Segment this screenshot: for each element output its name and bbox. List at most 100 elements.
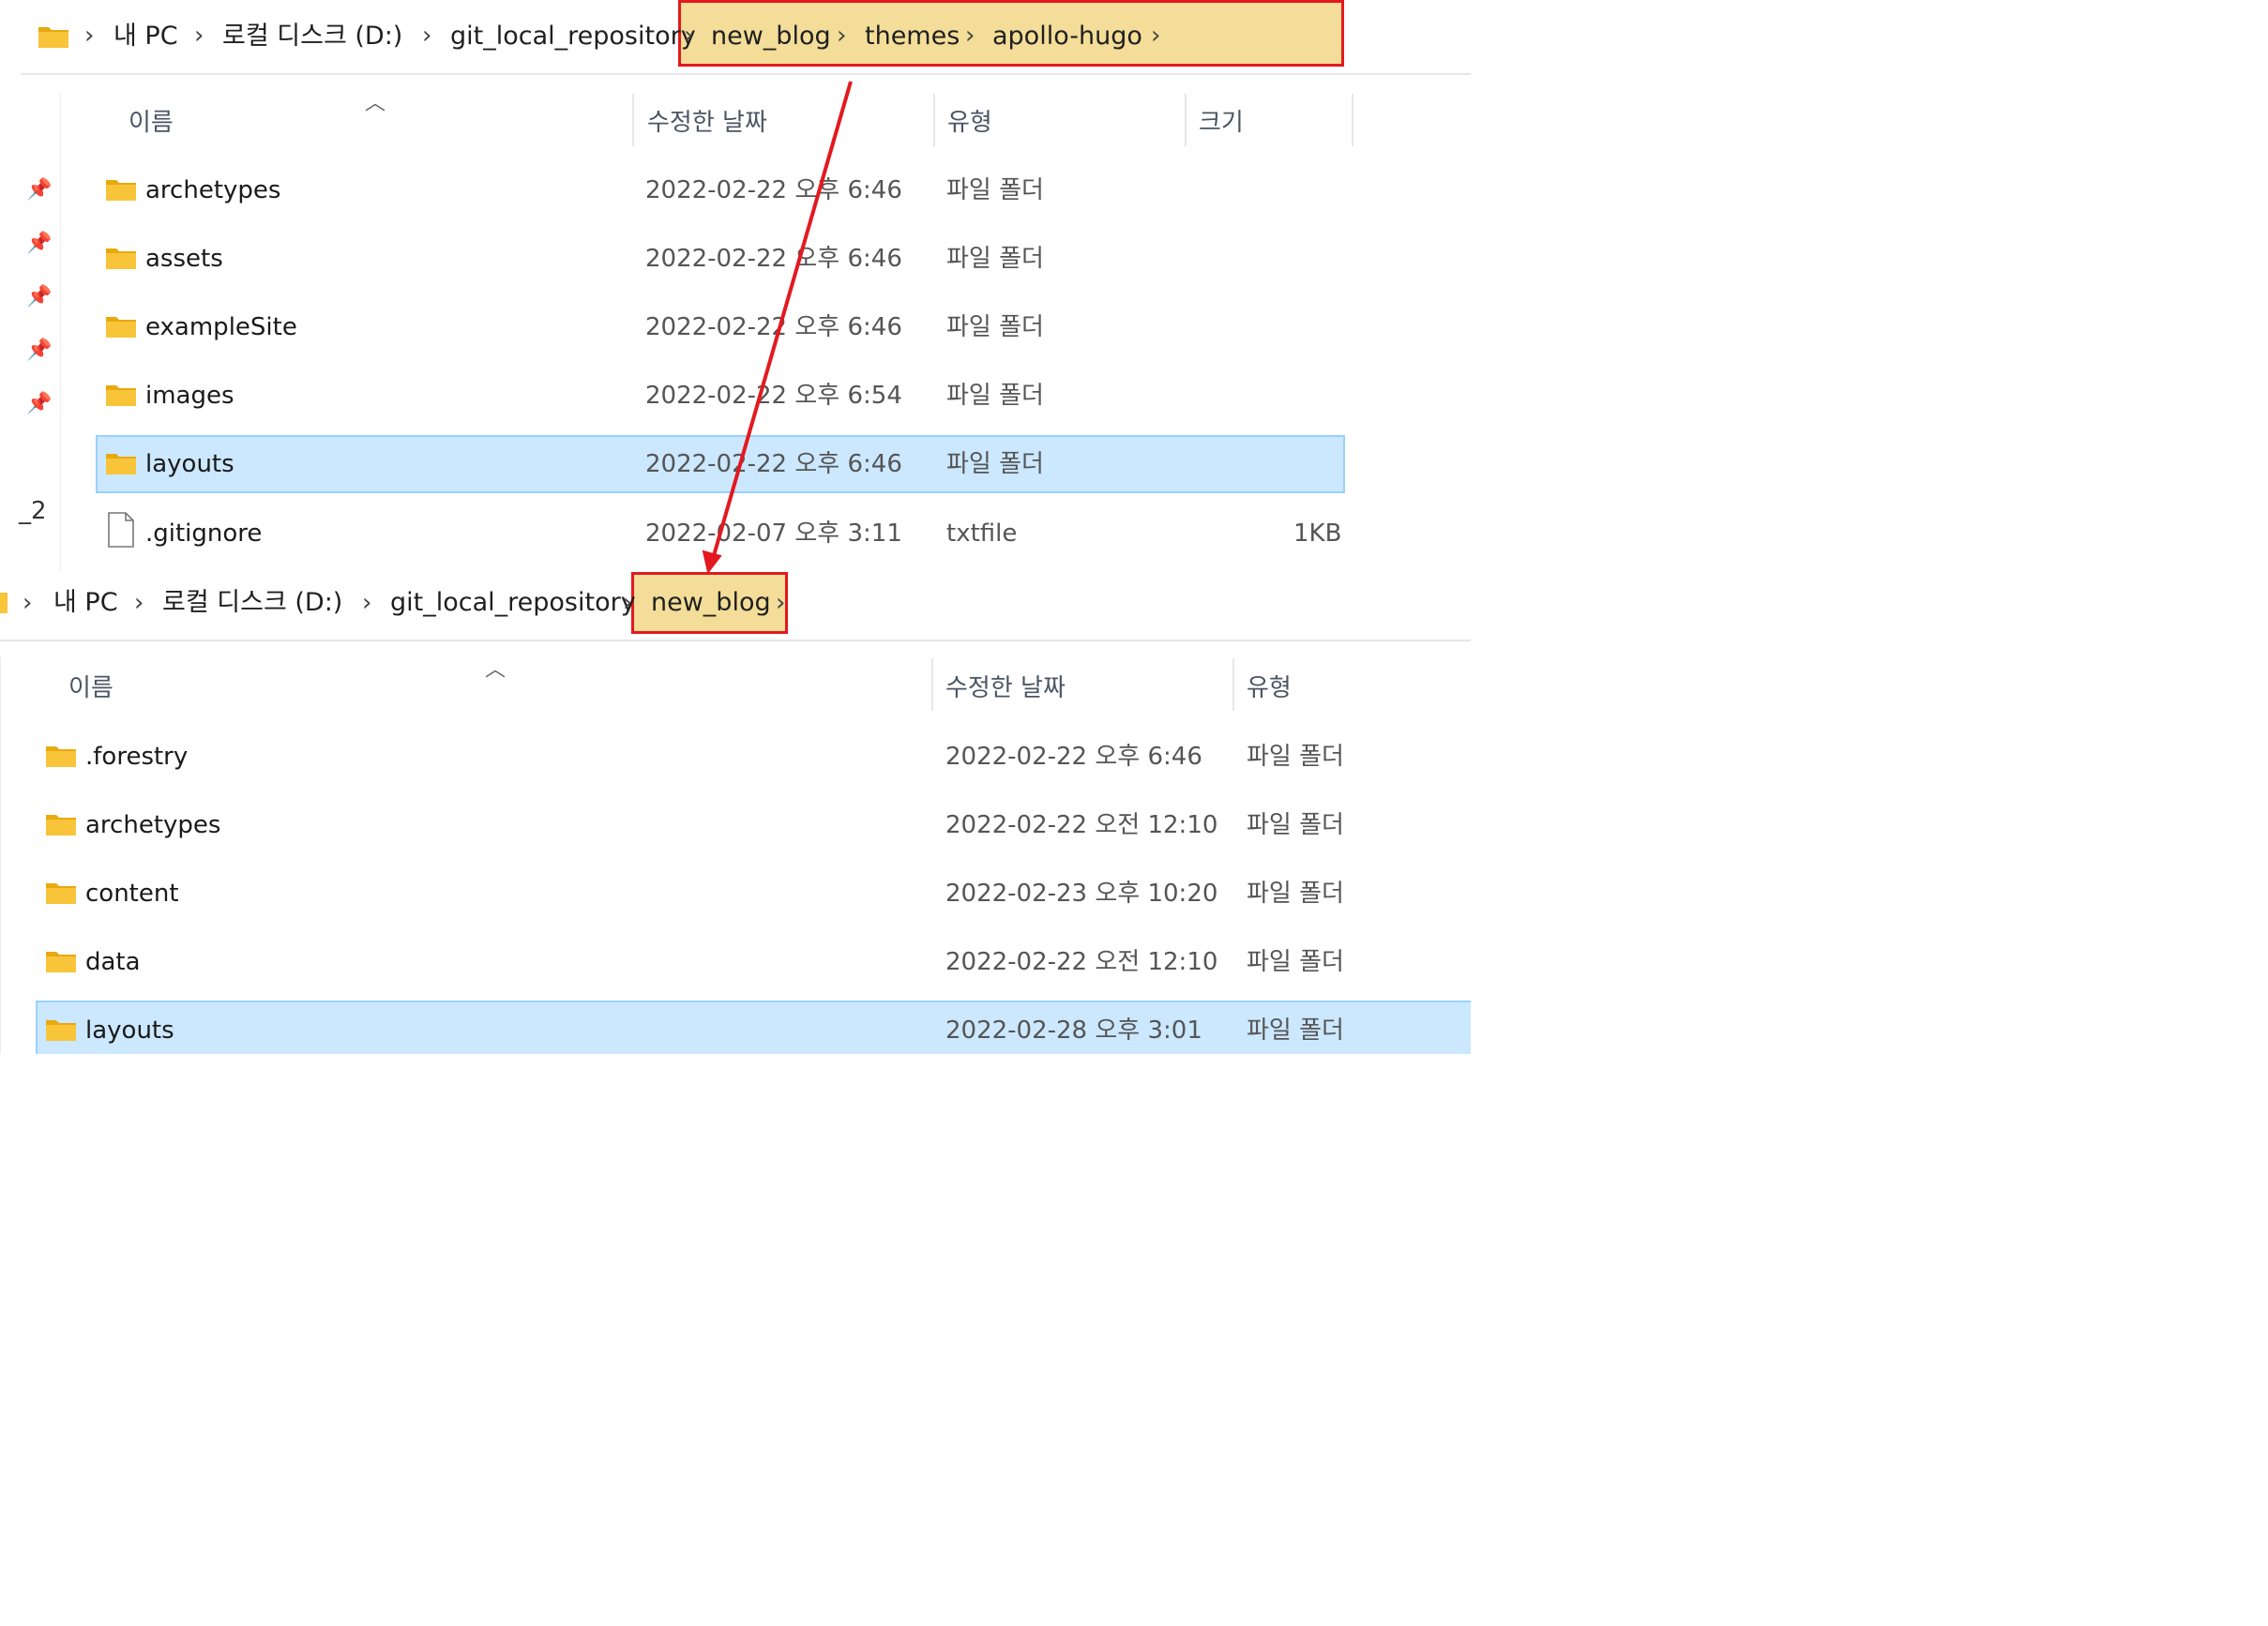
chevron-right-icon: › (23, 589, 33, 617)
column-divider[interactable] (632, 94, 634, 146)
chevron-right-icon: › (1151, 22, 1161, 50)
file-type: 파일 폴더 (1247, 743, 1344, 771)
file-modified: 2022-02-22 오후 6:46 (645, 176, 902, 204)
breadcrumb: › 내 PC › 로컬 디스크 (D:) › git_local_reposit… (0, 0, 1471, 73)
column-header-name[interactable]: 이름 (129, 103, 174, 138)
file-row[interactable]: content 2022-02-23 오후 10:20 파일 폴더 (36, 865, 1471, 923)
breadcrumb-item[interactable]: apollo-hugo (992, 0, 1142, 73)
file-row[interactable]: exampleSite 2022-02-22 오후 6:46 파일 폴더 (96, 298, 1345, 356)
chevron-right-icon: › (837, 22, 847, 50)
file-row[interactable]: .forestry 2022-02-22 오후 6:46 파일 폴더 (36, 728, 1471, 786)
breadcrumb-item[interactable]: git_local_repository (390, 572, 636, 634)
file-row[interactable]: data 2022-02-22 오전 12:10 파일 폴더 (36, 933, 1471, 991)
file-modified: 2022-02-22 오후 6:46 (645, 245, 902, 273)
file-type: 파일 폴더 (1247, 811, 1344, 839)
file-type: 파일 폴더 (946, 382, 1044, 410)
file-name: .forestry (85, 743, 189, 771)
column-divider[interactable] (1185, 94, 1187, 146)
divider (0, 640, 1471, 641)
chevron-right-icon: › (684, 22, 694, 50)
file-modified: 2022-02-22 오후 6:54 (645, 382, 902, 410)
file-name: archetypes (145, 176, 281, 204)
file-type: txtfile (946, 519, 1018, 548)
file-row[interactable]: archetypes 2022-02-22 오전 12:10 파일 폴더 (36, 796, 1471, 854)
folder-icon (46, 952, 76, 972)
chevron-right-icon: › (422, 22, 432, 50)
folder-icon (106, 385, 136, 406)
column-header-name[interactable]: 이름 (68, 669, 113, 703)
column-header-size[interactable]: 크기 (1199, 103, 1244, 138)
file-modified: 2022-02-23 오후 10:20 (945, 880, 1218, 908)
chevron-right-icon: › (362, 589, 372, 617)
breadcrumb-item[interactable]: new_blog (651, 572, 771, 634)
file-row[interactable]: assets 2022-02-22 오후 6:46 파일 폴더 (96, 230, 1345, 288)
file-type: 파일 폴더 (946, 176, 1044, 204)
sort-up-icon: ︿ (485, 658, 507, 682)
file-name: .gitignore (145, 519, 263, 548)
breadcrumb-item[interactable]: 내 PC (53, 572, 118, 634)
breadcrumb-item[interactable]: themes (865, 0, 960, 73)
file-row[interactable]: images 2022-02-22 오후 6:54 파일 폴더 (96, 367, 1345, 425)
file-type: 파일 폴더 (1247, 948, 1344, 976)
file-modified: 2022-02-22 오후 6:46 (645, 313, 902, 341)
breadcrumb-item[interactable]: new_blog (711, 0, 831, 73)
file-type: 파일 폴더 (946, 245, 1044, 273)
file-row-selected[interactable]: layouts 2022-02-28 오후 3:01 파일 폴더 (36, 1001, 1471, 1054)
breadcrumb-item[interactable]: 내 PC (113, 0, 178, 73)
breadcrumb-item[interactable]: 로컬 디스크 (D:) (222, 0, 402, 73)
column-header-type[interactable]: 유형 (947, 103, 992, 138)
file-name: exampleSite (145, 313, 297, 341)
file-type: 파일 폴더 (1247, 880, 1344, 908)
file-icon (108, 512, 134, 548)
file-name: assets (145, 245, 223, 273)
breadcrumb-item[interactable]: 로컬 디스크 (D:) (162, 572, 342, 634)
pin-icon[interactable]: 📌 (26, 392, 52, 415)
file-name: archetypes (85, 811, 221, 839)
file-modified: 2022-02-22 오전 12:10 (945, 948, 1218, 976)
column-header-modified[interactable]: 수정한 날짜 (945, 669, 1066, 703)
file-row[interactable]: archetypes 2022-02-22 오후 6:46 파일 폴더 (96, 161, 1345, 219)
folder-icon (38, 27, 68, 48)
column-header-type[interactable]: 유형 (1247, 669, 1292, 703)
pin-icon[interactable]: 📌 (26, 178, 52, 202)
navigation-pane: 📌 📌 📌 📌 📌 _2 (0, 94, 61, 572)
file-name: data (85, 948, 141, 976)
column-divider[interactable] (1352, 94, 1353, 146)
file-modified: 2022-02-22 오후 6:46 (945, 743, 1202, 771)
column-header-modified[interactable]: 수정한 날짜 (647, 103, 767, 138)
file-modified: 2022-02-22 오후 6:46 (645, 450, 902, 478)
folder-icon (106, 454, 136, 474)
file-type: 파일 폴더 (1247, 1016, 1344, 1045)
file-size: 1KB (1293, 519, 1342, 548)
file-modified: 2022-02-22 오전 12:10 (945, 811, 1218, 839)
column-divider[interactable] (1232, 658, 1234, 711)
file-modified: 2022-02-07 오후 3:11 (645, 519, 902, 548)
top-explorer-window: › 내 PC › 로컬 디스크 (D:) › git_local_reposit… (0, 0, 1471, 572)
column-divider[interactable] (931, 658, 933, 711)
folder-icon (46, 883, 76, 904)
file-name: layouts (145, 450, 234, 478)
pin-icon[interactable]: 📌 (26, 232, 52, 255)
file-modified: 2022-02-28 오후 3:01 (945, 1016, 1202, 1045)
file-row-selected[interactable]: layouts 2022-02-22 오후 6:46 파일 폴더 (96, 435, 1345, 493)
chevron-right-icon: › (84, 22, 95, 50)
folder-icon (106, 317, 136, 338)
column-divider[interactable] (933, 94, 935, 146)
file-row[interactable]: .gitignore 2022-02-07 오후 3:11 txtfile 1K… (96, 504, 1345, 563)
nav-item-label[interactable]: _2 (19, 497, 47, 525)
folder-icon (46, 1020, 76, 1041)
folder-icon (106, 248, 136, 269)
file-name: content (85, 880, 179, 908)
file-name: layouts (85, 1016, 174, 1045)
pin-icon[interactable]: 📌 (26, 285, 52, 309)
folder-icon (0, 593, 8, 613)
pin-icon[interactable]: 📌 (26, 339, 52, 362)
folder-icon (46, 746, 76, 767)
file-type: 파일 폴더 (946, 450, 1044, 478)
breadcrumb-item[interactable]: git_local_repository (450, 0, 696, 73)
navigation-pane-edge (0, 656, 1, 1054)
file-name: images (145, 382, 234, 410)
folder-icon (46, 815, 76, 836)
bottom-explorer-window: › 내 PC › 로컬 디스크 (D:) › git_local_reposit… (0, 572, 1471, 1054)
file-type: 파일 폴더 (946, 313, 1044, 341)
